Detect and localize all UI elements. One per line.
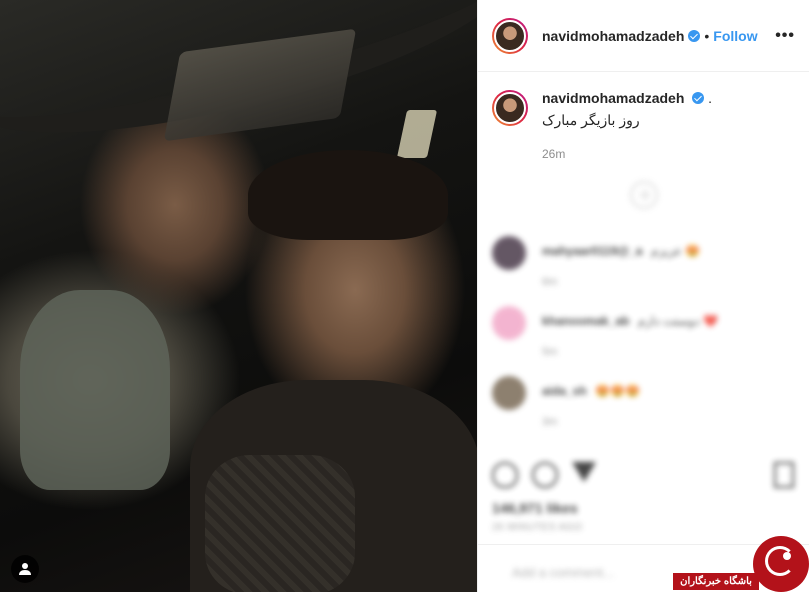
caption-text: روز بازیگر مبارک: [542, 112, 640, 128]
caption-time: 26m: [542, 147, 566, 161]
header-username[interactable]: navidmohamadzadeh: [542, 28, 684, 44]
comment-time: 5m: [542, 346, 558, 358]
comment-avatar[interactable]: [492, 236, 526, 270]
person-shirt: [20, 290, 170, 490]
comment-item: khanoomak_ab دوستت دارم ❤️ 5m: [492, 306, 718, 358]
comment-item: mahyaar0119@_a عزیزم 😍 6m: [492, 236, 700, 288]
save-bookmark-icon[interactable]: [774, 462, 794, 488]
post-photo[interactable]: [0, 0, 477, 592]
caption: navidmohamadzadeh . روز بازیگر مبارک 26m: [478, 72, 809, 161]
post-header: navidmohamadzadeh • Follow •••: [478, 0, 809, 72]
action-bar: [492, 462, 596, 488]
tagged-users-button[interactable]: [11, 555, 39, 583]
comment-avatar[interactable]: [492, 376, 526, 410]
verified-badge-icon: [692, 92, 705, 104]
watermark-label: باشگاه خبرنگاران: [673, 573, 759, 590]
comment-username[interactable]: khanoomak_ab: [542, 314, 629, 328]
header-separator: •: [704, 27, 710, 44]
likes-count[interactable]: 146,971 likes: [492, 500, 578, 516]
caption-avatar[interactable]: [492, 90, 528, 126]
share-icon[interactable]: [572, 462, 596, 482]
comment-avatar[interactable]: [492, 306, 526, 340]
comment-item: aida_sh 😍😍😍 3m: [492, 376, 640, 428]
person-hair: [248, 150, 448, 240]
comment-text: دوستت دارم ❤️: [637, 314, 718, 328]
like-heart-icon[interactable]: [492, 462, 518, 488]
comment-time: 6m: [542, 276, 558, 288]
verified-badge-icon: [688, 29, 701, 42]
watermark-logo-icon: [753, 536, 809, 592]
add-comment-input[interactable]: Add a comment...: [512, 565, 614, 580]
load-more-comments-icon[interactable]: [630, 181, 658, 209]
comment-username[interactable]: aida_sh: [542, 384, 587, 398]
user-icon: [19, 563, 31, 575]
car-light: [396, 110, 438, 158]
comment-username[interactable]: mahyaar0119@_a: [542, 244, 642, 258]
posted-time: 26 MINUTES AGO: [492, 522, 583, 533]
comment-text: عزیزم 😍: [650, 244, 701, 258]
person-scarf: [205, 455, 355, 592]
caption-dot: .: [708, 90, 713, 106]
comment-time: 3m: [542, 416, 558, 428]
follow-button[interactable]: Follow: [713, 28, 757, 44]
avatar[interactable]: [492, 17, 528, 54]
post-panel: navidmohamadzadeh • Follow ••• navidmoha…: [477, 0, 809, 592]
comment-text: 😍😍😍: [595, 384, 640, 398]
more-options-icon[interactable]: •••: [775, 27, 795, 45]
caption-username[interactable]: navidmohamadzadeh: [542, 90, 684, 106]
comment-bubble-icon[interactable]: [532, 462, 558, 488]
